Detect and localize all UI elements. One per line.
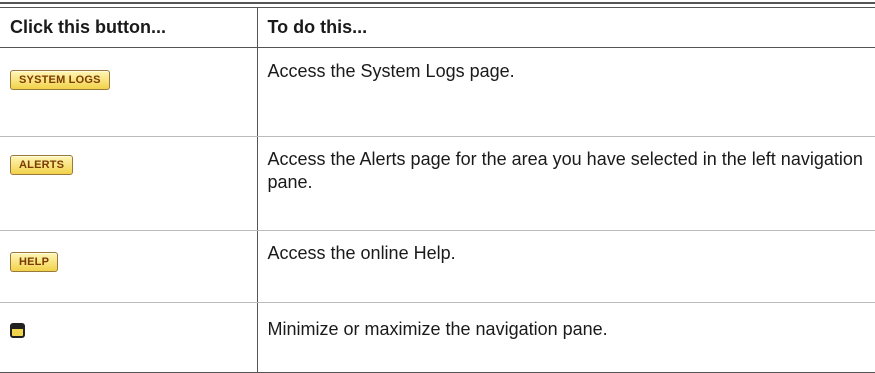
top-rule-thick [0,2,875,4]
button-cell: SYSTEM LOGS [0,47,257,137]
description-cell: Access the Alerts page for the area you … [256,136,875,231]
minimize-maximize-window-icon[interactable] [10,323,25,338]
button-reference-table: Click this button... To do this... SYSTE… [0,8,875,373]
table-row: Minimize or maximize the navigation pane… [0,302,875,373]
help-button[interactable]: HELP [10,252,59,272]
alerts-button[interactable]: ALERTS [10,155,74,175]
description-cell: Access the System Logs page. [256,47,875,137]
column-header-button: Click this button... [0,8,257,48]
system-logs-button[interactable]: SYSTEM LOGS [10,70,110,90]
table-row: ALERTS Access the Alerts page for the ar… [0,136,875,231]
button-cell: HELP [0,230,257,303]
description-cell: Access the online Help. [256,230,875,303]
description-cell: Minimize or maximize the navigation pane… [256,302,875,373]
column-header-action: To do this... [256,8,875,48]
table-row: HELP Access the online Help. [0,230,875,303]
table-row: SYSTEM LOGS Access the System Logs page. [0,47,875,137]
button-cell [0,302,257,373]
button-cell: ALERTS [0,136,257,231]
table-header-row: Click this button... To do this... [0,8,875,48]
